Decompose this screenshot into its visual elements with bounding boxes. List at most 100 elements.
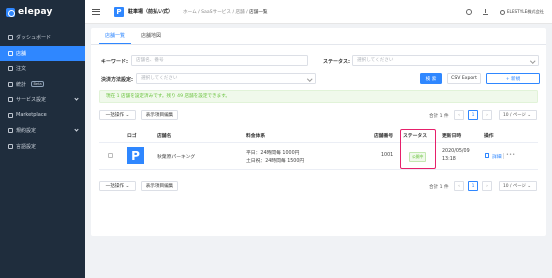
pagination-bottom: ‹ 1 › — [454, 181, 492, 191]
next-page-button[interactable]: › — [482, 181, 492, 191]
user-name: ELESTYLE株式会社 — [506, 9, 544, 14]
page-size-select-bottom[interactable]: 10 / ページ ⌄ — [499, 181, 537, 191]
page-1-button[interactable]: 1 — [468, 110, 478, 120]
sidebar-nav: ダッシュボード 店舗 注文 統計 Beta サービス設定 Marketplace… — [0, 30, 85, 154]
col-logo: ロゴ — [127, 134, 137, 139]
next-page-button[interactable]: › — [482, 110, 492, 120]
download-icon[interactable] — [483, 9, 489, 15]
prev-page-button[interactable]: ‹ — [454, 181, 464, 191]
breadcrumb-saas[interactable]: SaaSサービス — [201, 10, 231, 15]
sidebar-item-label: ダッシュボード — [16, 35, 52, 42]
col-store-name: 店舗名 — [157, 134, 172, 139]
sidebar-item-label: サービス設定 — [16, 97, 47, 104]
service-icon — [8, 97, 13, 103]
col-actions: 操作 — [484, 134, 494, 139]
edit-columns-button-bottom[interactable]: 表示項目編集 — [141, 181, 178, 191]
beta-badge: Beta — [31, 81, 45, 88]
csv-export-button[interactable]: CSV Export — [447, 73, 481, 84]
store-name[interactable]: 駐車場（前払い式） — [128, 8, 173, 15]
tab-store-list[interactable]: 店舗一覧 — [99, 28, 132, 44]
sidebar-item-marketplace[interactable]: Marketplace — [0, 108, 85, 124]
search-button[interactable]: 検 索 — [420, 73, 442, 84]
terms-icon — [8, 128, 13, 134]
logo[interactable]: elepay — [0, 0, 85, 24]
dashboard-icon — [8, 35, 13, 41]
payment-method-select[interactable]: 選択してください — [136, 73, 316, 84]
store-name-cell: 秋葉原パーキング — [157, 155, 196, 160]
hamburger-menu-icon[interactable] — [92, 8, 100, 15]
keyword-label: キーワード: — [101, 58, 129, 65]
chevron-down-icon — [74, 127, 79, 132]
sidebar-item-dashboard[interactable]: ダッシュボード — [0, 30, 85, 46]
status-label: ステータス: — [323, 58, 351, 65]
chevron-down-icon — [74, 96, 79, 101]
more-actions-icon[interactable]: ••• — [506, 153, 515, 158]
sidebar: elepay ダッシュボード 店舗 注文 統計 Beta サービス設定 Mark… — [0, 0, 85, 278]
updated-date: 2020/05/09 — [442, 149, 470, 154]
bulk-action-dropdown-bottom[interactable]: 一括操作 ⌄ — [99, 181, 136, 191]
logo-text: elepay — [18, 7, 53, 17]
store-badge: P — [114, 6, 124, 17]
keyword-input[interactable]: 店舗名、番号 — [131, 55, 308, 66]
breadcrumb: ホーム / SaaSサービス / 店舗 / 店舗一覧 — [183, 9, 268, 15]
sidebar-item-label: 言語設定 — [16, 143, 37, 150]
total-count: 合計 1 件 — [429, 114, 449, 119]
pricing-line-1: 平日：24時間毎 1000円 — [246, 151, 300, 156]
breadcrumb-store[interactable]: 店舗 — [235, 10, 244, 15]
filter-row-1: キーワード: 店舗名、番号 ステータス: 選択してください — [91, 55, 546, 67]
help-icon[interactable] — [465, 9, 472, 15]
sidebar-item-label: 注文 — [16, 66, 27, 73]
total-count-bottom: 合計 1 件 — [429, 185, 449, 190]
sidebar-item-label: 店舗 — [16, 50, 27, 57]
col-pricing: 料金体系 — [246, 134, 266, 139]
payment-method-label: 決済方法設定: — [101, 76, 134, 83]
breadcrumb-current: 店舗一覧 — [249, 9, 268, 15]
sidebar-item-service-settings[interactable]: サービス設定 — [0, 92, 85, 108]
table-header: ロゴ 店舗名 料金体系 店舗番号 ステータス 更新日時 操作 — [99, 127, 538, 143]
updated-time: 13:18 — [442, 157, 456, 162]
bulk-action-dropdown[interactable]: 一括操作 ⌄ — [99, 110, 136, 120]
sidebar-item-label: 規約設定 — [16, 128, 37, 135]
table-row[interactable]: P 秋葉原パーキング 平日：24時間毎 1000円 土日祝：24時間毎 1500… — [99, 143, 538, 170]
page-size-label: 10 / ページ — [503, 113, 526, 118]
new-store-button[interactable]: + 新規 — [486, 73, 540, 84]
detail-link[interactable]: 詳細 — [492, 153, 502, 160]
filter-row-2: 決済方法設定: 選択してください 検 索 CSV Export + 新規 — [91, 73, 546, 85]
pagination: ‹ 1 › — [454, 110, 492, 120]
row-checkbox[interactable] — [108, 153, 113, 158]
breadcrumb-home[interactable]: ホーム — [183, 10, 197, 15]
sidebar-item-language[interactable]: 言語設定 — [0, 139, 85, 155]
sidebar-item-store[interactable]: 店舗 — [0, 45, 85, 61]
top-header: P 駐車場（前払い式） ホーム / SaaSサービス / 店舗 / 店舗一覧 E… — [85, 0, 552, 24]
tab-store-map[interactable]: 店舗地図 — [135, 28, 167, 44]
page-size-label: 10 / ページ — [503, 184, 526, 189]
tab-bar: 店舗一覧 店舗地図 — [91, 28, 546, 45]
status-column-highlight — [400, 129, 436, 169]
pricing-line-2: 土日祝：24時間毎 1500円 — [246, 159, 305, 164]
store-logo: P — [127, 147, 144, 164]
prev-page-button[interactable]: ‹ — [454, 110, 464, 120]
store-table: ロゴ 店舗名 料金体系 店舗番号 ステータス 更新日時 操作 P 秋葉原パーキン… — [99, 127, 538, 170]
store-number-cell: 1001 — [381, 153, 394, 158]
detail-icon[interactable] — [485, 153, 489, 158]
edit-columns-button[interactable]: 表示項目編集 — [141, 110, 178, 120]
main-card: 店舗一覧 店舗地図 キーワード: 店舗名、番号 ステータス: 選択してください … — [91, 28, 546, 236]
bulk-action-label: 一括操作 — [105, 184, 125, 189]
sidebar-item-terms[interactable]: 規約設定 — [0, 123, 85, 139]
action-divider — [503, 153, 504, 159]
header-actions: ELESTYLE株式会社 — [465, 0, 544, 24]
col-updated: 更新日時 — [442, 134, 462, 139]
table-toolbar-bottom: 一括操作 ⌄ 表示項目編集 合計 1 件 ‹ 1 › 10 / ページ ⌄ — [99, 181, 538, 192]
sidebar-item-orders[interactable]: 注文 — [0, 61, 85, 77]
bulk-action-label: 一括操作 — [105, 113, 125, 118]
page-size-select[interactable]: 10 / ページ ⌄ — [499, 110, 537, 120]
table-toolbar-top: 一括操作 ⌄ 表示項目編集 合計 1 件 ‹ 1 › 10 / ページ ⌄ — [99, 110, 538, 121]
language-icon — [8, 143, 13, 149]
status-select[interactable]: 選択してください — [352, 55, 539, 66]
store-icon — [8, 50, 13, 56]
store-quota-notice: 現在 1 店舗を設定済みです。残り 49 店舗を設定できます。 — [99, 90, 538, 103]
page-1-button[interactable]: 1 — [468, 181, 478, 191]
sidebar-item-stats[interactable]: 統計 Beta — [0, 77, 85, 93]
user-menu[interactable]: ELESTYLE株式会社 — [499, 9, 544, 15]
marketplace-icon — [8, 112, 13, 118]
